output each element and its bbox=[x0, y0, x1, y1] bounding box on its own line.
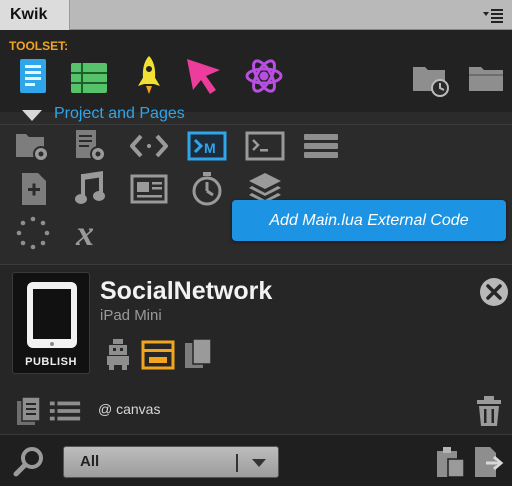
publish-button[interactable]: PUBLISH bbox=[12, 272, 90, 374]
stopwatch-icon[interactable] bbox=[186, 170, 228, 208]
list-view-icon[interactable] bbox=[48, 393, 82, 429]
svg-text:M: M bbox=[204, 140, 216, 156]
image-frame-icon[interactable] bbox=[128, 170, 170, 208]
close-icon[interactable] bbox=[479, 277, 509, 307]
music-icon[interactable] bbox=[70, 170, 112, 208]
duplicate-icon[interactable] bbox=[181, 336, 215, 372]
search-icon[interactable] bbox=[12, 444, 46, 480]
folder-icon[interactable] bbox=[466, 57, 508, 99]
panel-menu-icon[interactable] bbox=[482, 7, 504, 23]
export-page-icon[interactable] bbox=[472, 444, 506, 480]
panel-title: Kwik bbox=[10, 6, 48, 23]
panel-tab[interactable]: Kwik bbox=[0, 0, 70, 30]
canvas-label: @ canvas bbox=[98, 401, 161, 417]
filter-select[interactable]: All bbox=[63, 446, 279, 478]
toolset-label: TOOLSET: bbox=[9, 39, 69, 53]
paste-icon[interactable] bbox=[433, 444, 467, 480]
terminal-icon[interactable] bbox=[244, 127, 286, 165]
tooltip: Add Main.lua External Code bbox=[232, 200, 506, 241]
archive-box-icon[interactable] bbox=[141, 336, 175, 372]
trash-icon[interactable] bbox=[472, 393, 506, 429]
atom-icon[interactable] bbox=[243, 55, 285, 97]
document-gear-icon[interactable] bbox=[68, 127, 110, 165]
robot-icon[interactable] bbox=[101, 336, 135, 372]
chevron-down-icon[interactable] bbox=[22, 108, 42, 122]
document-icon[interactable] bbox=[12, 55, 54, 97]
device-name: iPad Mini bbox=[100, 307, 162, 324]
filter-divider bbox=[236, 454, 238, 472]
svg-text:x: x bbox=[75, 215, 94, 251]
add-page-icon[interactable] bbox=[12, 170, 54, 208]
code-brackets-icon[interactable] bbox=[128, 127, 170, 165]
pages-stack-icon[interactable] bbox=[12, 393, 46, 429]
tooltip-text: Add Main.lua External Code bbox=[269, 211, 469, 229]
filter-value: All bbox=[80, 453, 100, 470]
chevron-down-icon bbox=[252, 459, 266, 467]
stack-icon[interactable] bbox=[300, 127, 342, 165]
panel-title-bar: Kwik bbox=[0, 0, 512, 30]
dotted-circle-icon[interactable] bbox=[12, 214, 54, 252]
ipad-icon bbox=[27, 282, 77, 348]
cursor-arrow-icon[interactable] bbox=[183, 55, 225, 97]
folder-gear-icon[interactable] bbox=[12, 127, 54, 165]
project-name: SocialNetwork bbox=[100, 277, 273, 305]
variable-x-icon[interactable]: x bbox=[70, 214, 112, 252]
rocket-icon[interactable] bbox=[128, 54, 170, 96]
external-code-icon[interactable]: M bbox=[186, 127, 228, 165]
publish-label: PUBLISH bbox=[25, 356, 77, 368]
folder-clock-icon[interactable] bbox=[410, 57, 452, 99]
section-title[interactable]: Project and Pages bbox=[54, 105, 185, 123]
grid-list-icon[interactable] bbox=[68, 57, 110, 99]
